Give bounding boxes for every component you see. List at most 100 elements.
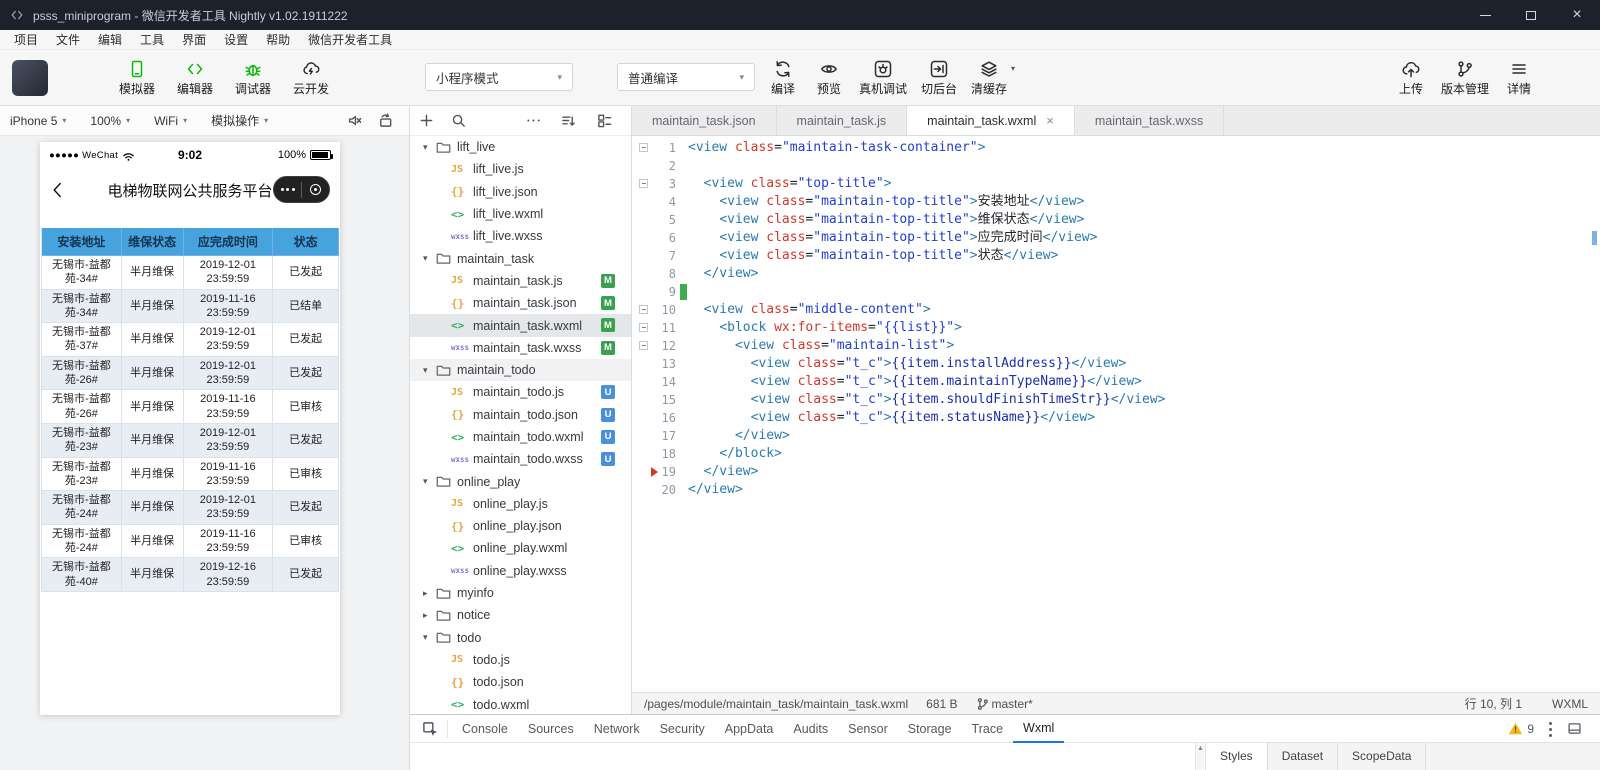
debugger-tab-network[interactable]: Network xyxy=(584,715,650,743)
tree-folder[interactable]: ▸ notice xyxy=(410,604,631,626)
code-line[interactable]: 7 <view class="maintain-top-title">状态</v… xyxy=(632,247,1600,265)
gutter[interactable]: 1 xyxy=(632,139,688,157)
mute-icon[interactable] xyxy=(347,113,362,128)
debugger-tab-sources[interactable]: Sources xyxy=(518,715,584,743)
tree-file[interactable]: wxss lift_live.wxss xyxy=(410,225,631,247)
more-icon[interactable] xyxy=(526,113,541,128)
warning-indicator[interactable]: 9 xyxy=(1508,722,1534,736)
gutter[interactable]: 10 xyxy=(632,301,688,319)
tree-file[interactable]: wxss maintain_todo.wxss U xyxy=(410,448,631,470)
fold-marker-icon[interactable] xyxy=(639,341,648,350)
debugger-tab-trace[interactable]: Trace xyxy=(962,715,1014,743)
editor-tab[interactable]: maintain_task.json xyxy=(632,106,777,135)
cloud-dev-button[interactable]: 云开发 xyxy=(282,54,340,95)
tree-file[interactable]: JS maintain_todo.js U xyxy=(410,381,631,403)
gutter[interactable]: 6 xyxy=(632,229,688,247)
tree-file[interactable]: {} online_play.json xyxy=(410,515,631,537)
code-line[interactable]: 16 <view class="t_c">{{item.statusName}}… xyxy=(632,409,1600,427)
gutter[interactable]: 3 xyxy=(632,175,688,193)
device-select[interactable]: iPhone 5 ▾ xyxy=(10,114,66,128)
tree-folder[interactable]: ▾ maintain_task xyxy=(410,247,631,269)
details-button[interactable]: 详情 xyxy=(1496,54,1542,95)
menu-item[interactable]: 界面 xyxy=(173,30,215,50)
compile-button[interactable]: 编译 xyxy=(760,54,806,95)
table-row[interactable]: 无锡市-益都苑-40# 半月维保 2019-12-16 23:59:59 已发起 xyxy=(42,558,339,592)
editor-tab[interactable]: maintain_task.wxml × xyxy=(907,106,1075,135)
code-line[interactable]: 19 </view> xyxy=(632,463,1600,481)
minimize-button[interactable] xyxy=(1462,0,1508,30)
tree-folder[interactable]: ▾ online_play xyxy=(410,470,631,492)
tree-file[interactable]: JS todo.js xyxy=(410,649,631,671)
language-mode[interactable]: WXML xyxy=(1552,697,1588,711)
table-row[interactable]: 无锡市-益都苑-24# 半月维保 2019-12-01 23:59:59 已发起 xyxy=(42,491,339,525)
tree-file[interactable]: {} maintain_task.json M xyxy=(410,292,631,314)
gutter[interactable]: 13 xyxy=(632,355,688,373)
git-branch-label[interactable]: master* xyxy=(992,697,1033,711)
dock-icon[interactable] xyxy=(1567,721,1582,736)
wechat-capsule[interactable] xyxy=(273,176,330,203)
tree-file[interactable]: JS online_play.js xyxy=(410,493,631,515)
gutter[interactable]: 12 xyxy=(632,337,688,355)
table-row[interactable]: 无锡市-益都苑-37# 半月维保 2019-12-01 23:59:59 已发起 xyxy=(42,323,339,357)
code-line[interactable]: 8 </view> xyxy=(632,265,1600,283)
fold-marker-icon[interactable] xyxy=(639,143,648,152)
wxml-subtab-scopedata[interactable]: ScopeData xyxy=(1338,743,1427,770)
menu-item[interactable]: 编辑 xyxy=(89,30,131,50)
menu-item[interactable]: 帮助 xyxy=(257,30,299,50)
code-line[interactable]: 9 xyxy=(632,283,1600,301)
code-line[interactable]: 6 <view class="maintain-top-title">应完成时间… xyxy=(632,229,1600,247)
code-line[interactable]: 5 <view class="maintain-top-title">维保状态<… xyxy=(632,211,1600,229)
simulator-button[interactable]: 模拟器 xyxy=(108,54,166,95)
tree-file[interactable]: JS lift_live.js xyxy=(410,158,631,180)
debugger-button[interactable]: 调试器 xyxy=(224,54,282,95)
gutter[interactable]: 11 xyxy=(632,319,688,337)
tree-folder[interactable]: ▾ maintain_todo xyxy=(410,358,631,382)
code-line[interactable]: 20 </view> xyxy=(632,481,1600,499)
code-line[interactable]: 1 <view class="maintain-task-container"> xyxy=(632,139,1600,157)
gutter[interactable]: 16 xyxy=(632,409,688,427)
gutter[interactable]: 5 xyxy=(632,211,688,229)
editor-tab[interactable]: maintain_task.wxss xyxy=(1075,106,1225,135)
table-row[interactable]: 无锡市-益都苑-34# 半月维保 2019-12-01 23:59:59 已发起 xyxy=(42,256,339,290)
close-circle-icon[interactable] xyxy=(302,184,329,195)
code-line[interactable]: 11 <block wx:for-items="{{list}}"> xyxy=(632,319,1600,337)
code-line[interactable]: 14 <view class="t_c">{{item.maintainType… xyxy=(632,373,1600,391)
close-tab-icon[interactable]: × xyxy=(1046,113,1054,128)
gutter[interactable]: 4 xyxy=(632,193,688,211)
menu-item[interactable]: 设置 xyxy=(215,30,257,50)
gutter[interactable]: 19 xyxy=(632,463,688,481)
code-line[interactable]: 2 xyxy=(632,157,1600,175)
zoom-select[interactable]: 100% ▾ xyxy=(90,114,130,128)
menu-item[interactable]: 工具 xyxy=(131,30,173,50)
gutter[interactable]: 9 xyxy=(632,283,688,301)
debugger-tab-wxml[interactable]: Wxml xyxy=(1013,715,1065,743)
code-line[interactable]: 12 <view class="maintain-list"> xyxy=(632,337,1600,355)
gutter[interactable]: 14 xyxy=(632,373,688,391)
debugger-tab-audits[interactable]: Audits xyxy=(783,715,838,743)
preview-button[interactable]: 预览 xyxy=(806,54,852,95)
tree-folder[interactable]: ▸ myinfo xyxy=(410,582,631,604)
wxml-subtab-styles[interactable]: Styles xyxy=(1206,743,1268,770)
tree-file[interactable]: <> online_play.wxml xyxy=(410,537,631,559)
close-button[interactable]: × xyxy=(1554,0,1600,30)
wxml-subtab-dataset[interactable]: Dataset xyxy=(1268,743,1339,770)
tree-file[interactable]: {} lift_live.json xyxy=(410,181,631,203)
gutter[interactable]: 2 xyxy=(632,157,688,175)
gutter[interactable]: 20 xyxy=(632,481,688,499)
network-select[interactable]: WiFi ▾ xyxy=(154,114,187,128)
table-row[interactable]: 无锡市-益都苑-34# 半月维保 2019-11-16 23:59:59 已结单 xyxy=(42,289,339,324)
mode-select[interactable]: 小程序模式 ▾ xyxy=(425,63,573,91)
table-row[interactable]: 无锡市-益都苑-23# 半月维保 2019-11-16 23:59:59 已审核 xyxy=(42,457,339,492)
collapse-all-icon[interactable] xyxy=(597,113,612,128)
code-line[interactable]: 17 </view> xyxy=(632,427,1600,445)
tree-file[interactable]: <> maintain_task.wxml M xyxy=(410,314,631,337)
tree-folder[interactable]: ▾ todo xyxy=(410,627,631,649)
code-line[interactable]: 10 <view class="middle-content"> xyxy=(632,301,1600,319)
menu-item[interactable]: 项目 xyxy=(5,30,47,50)
code-line[interactable]: 18 </block> xyxy=(632,445,1600,463)
menu-item[interactable]: 文件 xyxy=(47,30,89,50)
tree-folder[interactable]: ▾ lift_live xyxy=(410,136,631,158)
table-row[interactable]: 无锡市-益都苑-26# 半月维保 2019-11-16 23:59:59 已审核 xyxy=(42,390,339,424)
compile-select[interactable]: 普通编译 ▾ xyxy=(617,63,755,91)
background-button[interactable]: 切后台 xyxy=(914,54,964,95)
